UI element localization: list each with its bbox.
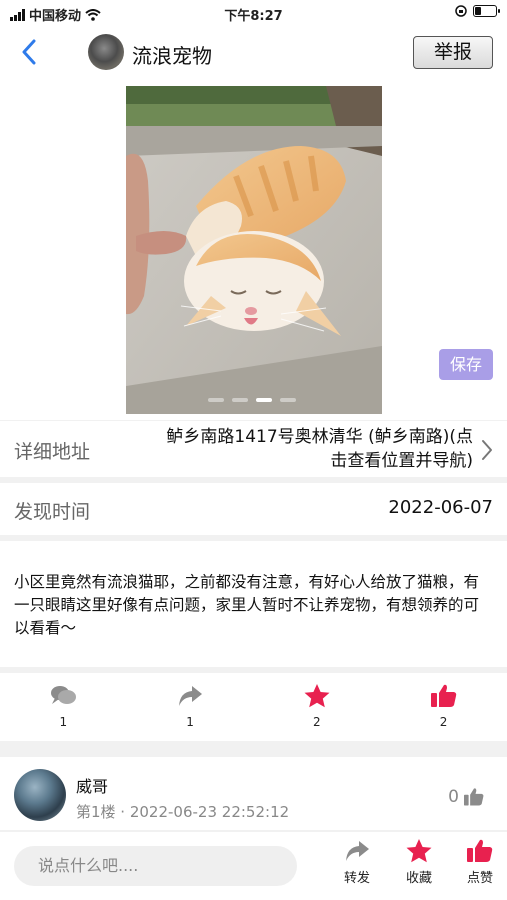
comment-like-button[interactable]: 0	[448, 787, 485, 807]
page-title: 流浪宠物	[132, 44, 212, 68]
comment-meta: 第1楼 · 2022-06-23 22:52:12	[76, 803, 290, 821]
avatar[interactable]	[14, 769, 66, 821]
comment-author[interactable]: 威哥	[76, 773, 108, 797]
like-count: 2	[439, 715, 448, 729]
share-button[interactable]: 转发	[332, 838, 382, 886]
address-label: 详细地址	[14, 441, 91, 463]
chevron-right-icon	[482, 440, 492, 460]
address-value[interactable]: 鲈乡南路1417号奥林清华 (鲈乡南路)(点击查看位置并导航)	[153, 425, 473, 473]
like-action[interactable]: 2	[380, 673, 507, 741]
favorite-count: 2	[313, 715, 321, 729]
star-icon	[406, 839, 432, 863]
battery-icon	[473, 5, 500, 17]
carousel-dot[interactable]	[280, 398, 296, 402]
description-section: 小区里竟然有流浪猫耶，之前都没有注意，有好心人给放了猫粮，有一只眼睛这里好像有点…	[0, 541, 507, 667]
description-text: 小区里竟然有流浪猫耶，之前都没有注意，有好心人给放了猫粮，有一只眼睛这里好像有点…	[14, 573, 480, 637]
photo-carousel: 保存	[0, 78, 507, 420]
status-time: 下午8:27	[224, 9, 283, 24]
chevron-left-icon	[22, 39, 36, 65]
star-icon	[304, 684, 330, 708]
thumbs-up-icon	[464, 788, 484, 806]
status-right	[455, 5, 500, 17]
report-button[interactable]: 举报	[413, 36, 493, 69]
address-row[interactable]: 详细地址 鲈乡南路1417号奥林清华 (鲈乡南路)(点击查看位置并导航)	[0, 421, 507, 477]
share-button-label: 转发	[343, 871, 370, 886]
nav-bar: 流浪宠物 举报	[0, 28, 507, 78]
action-bar: 1 1 2 2	[0, 673, 507, 741]
status-bar: 中国移动 下午8:27	[0, 0, 507, 28]
share-icon	[179, 686, 203, 706]
like-button[interactable]: 点赞	[455, 838, 505, 886]
thumbs-up-icon	[467, 839, 493, 862]
share-icon	[346, 841, 369, 861]
cat-image	[126, 86, 382, 414]
favorite-button[interactable]: 收藏	[394, 838, 444, 886]
share-action[interactable]: 1	[127, 673, 254, 741]
share-count: 1	[186, 715, 194, 729]
found-time-value: 2022-06-07	[388, 497, 493, 518]
comment-item: 威哥 第1楼 · 2022-06-23 22:52:12 0	[0, 757, 507, 830]
carousel-dot-active[interactable]	[256, 398, 272, 402]
thumbs-up-icon	[430, 684, 456, 707]
orientation-lock-icon	[455, 5, 467, 17]
bottom-bar: 说点什么吧.... 转发 收藏 点赞	[0, 832, 507, 900]
found-time-label: 发现时间	[14, 501, 91, 523]
comment-like-count: 0	[448, 787, 459, 807]
save-photo-button[interactable]: 保存	[439, 349, 493, 380]
found-time-row: 发现时间 2022-06-07	[0, 483, 507, 535]
comment-icon	[51, 686, 77, 704]
carousel-indicator	[208, 398, 296, 402]
like-button-label: 点赞	[466, 871, 493, 886]
carousel-dot[interactable]	[208, 398, 224, 402]
pet-photo[interactable]	[126, 86, 382, 414]
favorite-button-label: 收藏	[405, 871, 432, 886]
favorite-action[interactable]: 2	[254, 673, 381, 741]
comment-count: 1	[59, 715, 68, 729]
poster-avatar[interactable]	[88, 34, 124, 70]
comment-input[interactable]: 说点什么吧....	[14, 846, 297, 886]
back-button[interactable]	[14, 37, 44, 67]
comment-action[interactable]: 1	[0, 673, 127, 741]
carousel-dot[interactable]	[232, 398, 248, 402]
